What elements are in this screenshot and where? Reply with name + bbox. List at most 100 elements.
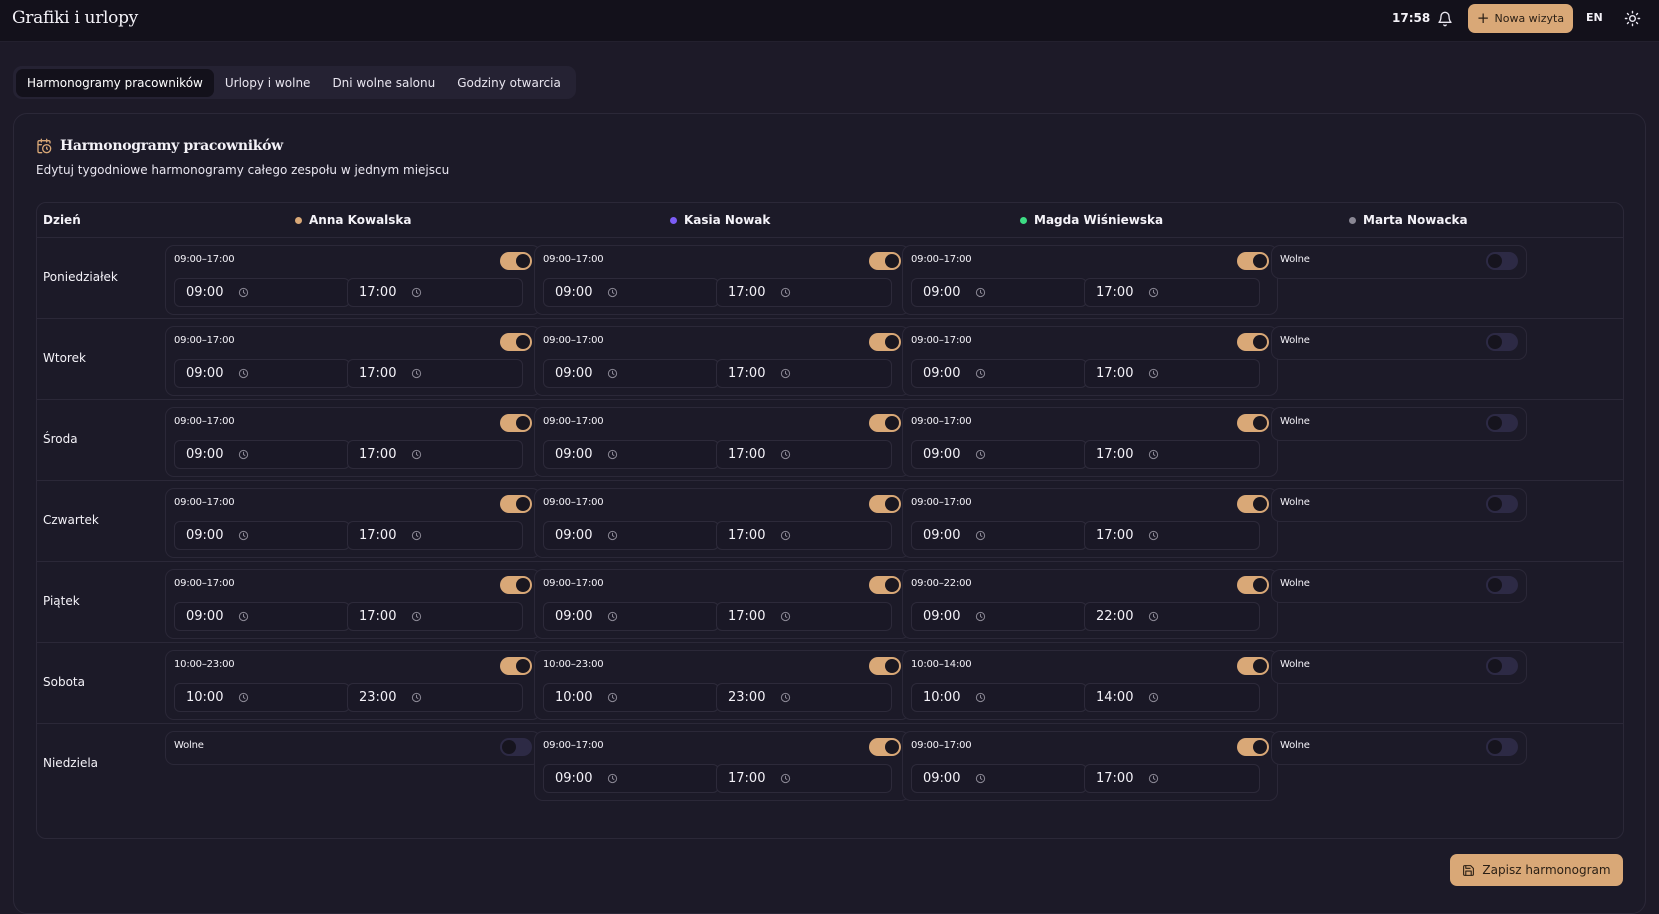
clock-icon bbox=[975, 611, 986, 622]
clock-icon bbox=[780, 611, 791, 622]
shift-toggle[interactable] bbox=[1237, 252, 1269, 270]
end-time-input[interactable]: 17:00 bbox=[1084, 278, 1260, 307]
shift-toggle[interactable] bbox=[1237, 414, 1269, 432]
start-time-input[interactable]: 09:00 bbox=[543, 764, 719, 793]
end-time-input[interactable]: 17:00 bbox=[347, 521, 523, 550]
shift-toggle[interactable] bbox=[500, 576, 532, 594]
shift-toggle[interactable] bbox=[500, 414, 532, 432]
new-visit-label: Nowa wizyta bbox=[1494, 12, 1565, 25]
shift-toggle[interactable] bbox=[869, 333, 901, 351]
shift-toggle[interactable] bbox=[1486, 738, 1518, 756]
end-time-input[interactable]: 17:00 bbox=[1084, 521, 1260, 550]
end-time-input[interactable]: 17:00 bbox=[347, 359, 523, 388]
end-time-input[interactable]: 17:00 bbox=[1084, 359, 1260, 388]
shift-card: Wolne bbox=[1271, 407, 1527, 441]
time-value: 23:00 bbox=[359, 690, 397, 705]
shift-toggle[interactable] bbox=[500, 252, 532, 270]
start-time-input[interactable]: 09:00 bbox=[911, 521, 1087, 550]
shift-toggle[interactable] bbox=[1237, 657, 1269, 675]
end-time-input[interactable]: 17:00 bbox=[716, 764, 892, 793]
start-time-input[interactable]: 09:00 bbox=[174, 602, 350, 631]
shift-toggle[interactable] bbox=[1237, 576, 1269, 594]
new-visit-button[interactable]: + Nowa wizyta bbox=[1468, 4, 1573, 33]
shift-toggle[interactable] bbox=[500, 495, 532, 513]
start-time-input[interactable]: 10:00 bbox=[911, 683, 1087, 712]
shift-card: 09:00–17:00 09:00 17:00 bbox=[534, 326, 910, 396]
time-value: 17:00 bbox=[728, 528, 766, 543]
start-time-input[interactable]: 09:00 bbox=[911, 764, 1087, 793]
tab-leaves[interactable]: Urlopy i wolne bbox=[214, 69, 322, 97]
end-time-input[interactable]: 17:00 bbox=[347, 440, 523, 469]
shift-toggle[interactable] bbox=[869, 738, 901, 756]
shift-toggle[interactable] bbox=[1486, 495, 1518, 513]
start-time-input[interactable]: 09:00 bbox=[174, 521, 350, 550]
bell-icon[interactable] bbox=[1437, 11, 1453, 27]
shift-toggle[interactable] bbox=[869, 414, 901, 432]
shift-label: 09:00–17:00 bbox=[543, 740, 604, 751]
shift-toggle[interactable] bbox=[1486, 414, 1518, 432]
start-time-input[interactable]: 09:00 bbox=[543, 521, 719, 550]
end-time-input[interactable]: 23:00 bbox=[347, 683, 523, 712]
save-schedule-button[interactable]: Zapisz harmonogram bbox=[1450, 854, 1623, 886]
shift-toggle[interactable] bbox=[1486, 657, 1518, 675]
time-value: 09:00 bbox=[923, 609, 961, 624]
shift-toggle[interactable] bbox=[1237, 495, 1269, 513]
shift-toggle[interactable] bbox=[500, 657, 532, 675]
end-time-input[interactable]: 17:00 bbox=[1084, 764, 1260, 793]
end-time-input[interactable]: 23:00 bbox=[716, 683, 892, 712]
shift-toggle[interactable] bbox=[1486, 333, 1518, 351]
clock-icon bbox=[411, 611, 422, 622]
end-time-input[interactable]: 17:00 bbox=[716, 440, 892, 469]
start-time-input[interactable]: 09:00 bbox=[911, 359, 1087, 388]
start-time-input[interactable]: 10:00 bbox=[174, 683, 350, 712]
time-value: 09:00 bbox=[186, 447, 224, 462]
time-value: 17:00 bbox=[728, 609, 766, 624]
start-time-input[interactable]: 09:00 bbox=[911, 602, 1087, 631]
start-time-input[interactable]: 09:00 bbox=[174, 278, 350, 307]
sun-icon[interactable] bbox=[1624, 10, 1641, 27]
start-time-input[interactable]: 09:00 bbox=[543, 359, 719, 388]
start-time-input[interactable]: 09:00 bbox=[174, 440, 350, 469]
time-value: 09:00 bbox=[923, 447, 961, 462]
start-time-input[interactable]: 09:00 bbox=[911, 278, 1087, 307]
end-time-input[interactable]: 17:00 bbox=[716, 602, 892, 631]
start-time-input[interactable]: 09:00 bbox=[174, 359, 350, 388]
start-time-input[interactable]: 09:00 bbox=[543, 602, 719, 631]
employee-color-dot bbox=[670, 216, 677, 224]
shift-toggle[interactable] bbox=[1237, 333, 1269, 351]
tab-salon-days-off[interactable]: Dni wolne salonu bbox=[321, 69, 446, 97]
end-time-input[interactable]: 17:00 bbox=[347, 278, 523, 307]
end-time-input[interactable]: 17:00 bbox=[716, 359, 892, 388]
shift-label: Wolne bbox=[1280, 254, 1310, 265]
shift-toggle[interactable] bbox=[500, 738, 532, 756]
end-time-input[interactable]: 17:00 bbox=[347, 602, 523, 631]
time-value: 17:00 bbox=[1096, 447, 1134, 462]
language-switch[interactable]: EN bbox=[1586, 11, 1603, 24]
start-time-input[interactable]: 10:00 bbox=[543, 683, 719, 712]
tab-schedules[interactable]: Harmonogramy pracowników bbox=[16, 68, 214, 97]
shift-toggle[interactable] bbox=[869, 252, 901, 270]
end-time-input[interactable]: 17:00 bbox=[716, 278, 892, 307]
end-time-input[interactable]: 22:00 bbox=[1084, 602, 1260, 631]
start-time-input[interactable]: 09:00 bbox=[543, 278, 719, 307]
shift-card: 09:00–17:00 09:00 17:00 bbox=[534, 407, 910, 477]
shift-toggle[interactable] bbox=[1486, 252, 1518, 270]
shift-toggle[interactable] bbox=[1237, 738, 1269, 756]
start-time-input[interactable]: 09:00 bbox=[911, 440, 1087, 469]
day-label: Sobota bbox=[43, 675, 85, 689]
shift-label: Wolne bbox=[1280, 659, 1310, 670]
tab-opening-hours[interactable]: Godziny otwarcia bbox=[446, 69, 572, 97]
clock-icon bbox=[975, 449, 986, 460]
shift-toggle[interactable] bbox=[869, 576, 901, 594]
shift-toggle[interactable] bbox=[869, 495, 901, 513]
shift-card: 09:00–17:00 09:00 17:00 bbox=[902, 407, 1278, 477]
day-row: Sobota 10:00–23:00 10:00 23:00 10:00–23:00 10… bbox=[37, 643, 1623, 724]
end-time-input[interactable]: 17:00 bbox=[716, 521, 892, 550]
shift-toggle[interactable] bbox=[869, 657, 901, 675]
shift-toggle[interactable] bbox=[500, 333, 532, 351]
end-time-input[interactable]: 14:00 bbox=[1084, 683, 1260, 712]
end-time-input[interactable]: 17:00 bbox=[1084, 440, 1260, 469]
shift-toggle[interactable] bbox=[1486, 576, 1518, 594]
day-row: Czwartek 09:00–17:00 09:00 17:00 09:00–17:00… bbox=[37, 481, 1623, 562]
start-time-input[interactable]: 09:00 bbox=[543, 440, 719, 469]
